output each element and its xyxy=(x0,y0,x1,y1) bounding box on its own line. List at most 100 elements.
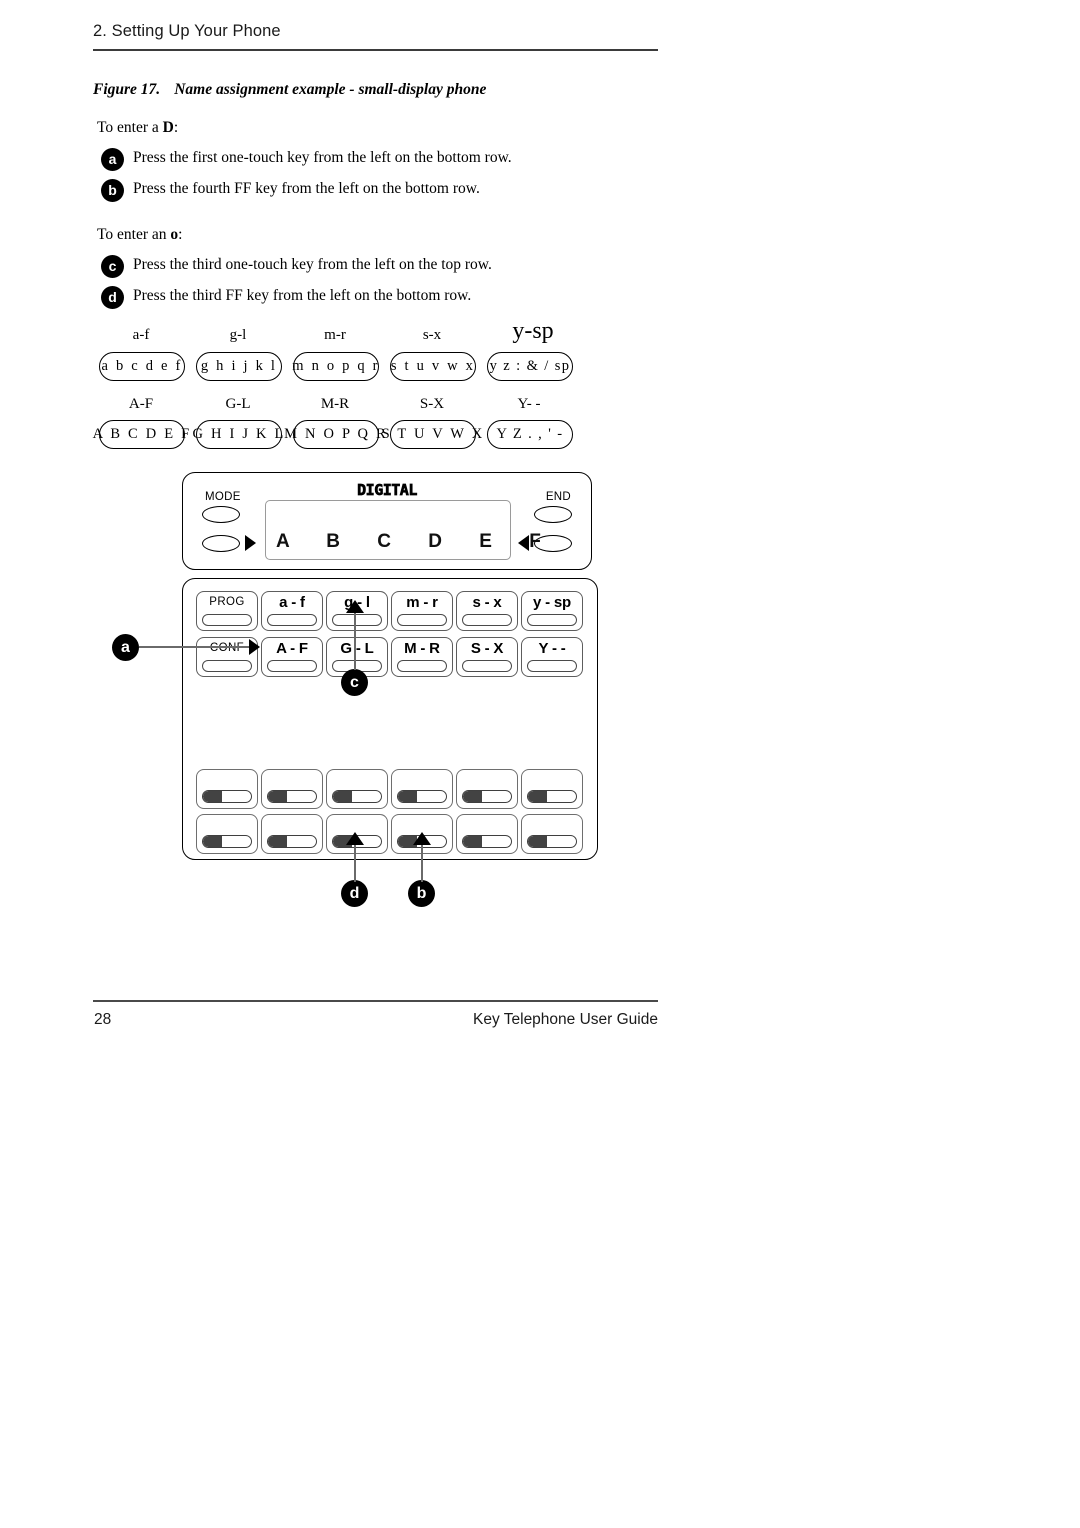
footer-guide-title: Key Telephone User Guide xyxy=(473,1011,658,1028)
lcd-screen: A B C D E F xyxy=(265,500,541,560)
ff-key-r1c5[interactable] xyxy=(456,769,518,809)
footer-page-number: 28 xyxy=(94,1011,112,1028)
document-page: 2. Setting Up Your Phone Figure 17. Name … xyxy=(0,0,1080,1528)
ff-key-r1c6-slot xyxy=(527,790,577,803)
mode-key[interactable] xyxy=(202,506,240,523)
range-pill-upper-1: G H I J K L xyxy=(192,420,283,449)
ff-key-r1c2-slot xyxy=(267,790,317,803)
leader-arrow-d xyxy=(346,832,364,845)
key-prog-slot xyxy=(202,614,252,626)
ff-key-r2c2-slot xyxy=(267,835,317,848)
step-badge-b: b xyxy=(101,179,124,202)
key-sx-lower-label: s - x xyxy=(472,594,502,611)
figure-callout-a: a xyxy=(112,634,139,661)
key-ysp-lower-slot xyxy=(527,614,577,626)
range-chars-lower-3: s t u v w x xyxy=(390,358,476,375)
end-key-label: END xyxy=(545,491,571,503)
key-mr-upper-slot xyxy=(397,660,447,672)
range-pill-lower-0: a b c d e f xyxy=(99,352,185,381)
key-af-lower-label: a - f xyxy=(279,594,305,611)
range-label-upper-4: Y- - xyxy=(517,396,541,412)
leader-line-b xyxy=(421,840,423,882)
ff-key-r2c5-slot xyxy=(462,835,512,848)
key-af-upper[interactable]: A - F xyxy=(261,637,323,677)
range-chars-upper-2: M N O P Q R xyxy=(284,426,388,443)
key-sx-upper-slot xyxy=(462,660,512,672)
key-prog-label: PROG xyxy=(209,596,245,608)
left-pointer-icon xyxy=(245,535,256,551)
range-label-lower-4: y-sp xyxy=(512,318,554,344)
range-pill-lower-3: s t u v w x xyxy=(390,352,476,381)
step-badge-a: a xyxy=(101,148,124,171)
figure-callout-c: c xyxy=(341,669,368,696)
lead-in-enter-d: To enter a D: xyxy=(97,119,178,137)
key-prog[interactable]: PROG xyxy=(196,591,258,631)
key-ysp-lower[interactable]: y - sp xyxy=(521,591,583,631)
lead-d-char: D xyxy=(162,119,174,136)
leader-arrow-b xyxy=(413,832,431,845)
ff-key-r2c6[interactable] xyxy=(521,814,583,854)
lead-in-enter-o: To enter an o: xyxy=(97,226,182,244)
leader-line-d xyxy=(354,840,356,882)
phone-keypad-panel: PROG a - f g - l m - r s - x y - sp CONF… xyxy=(182,578,598,860)
key-af-upper-slot xyxy=(267,660,317,672)
step-text-c: Press the third one-touch key from the l… xyxy=(133,256,492,273)
ff-key-r2c1-slot xyxy=(202,835,252,848)
range-label-lower-2: m-r xyxy=(324,327,346,343)
end-key[interactable] xyxy=(534,506,572,523)
ff-key-r1c2[interactable] xyxy=(261,769,323,809)
step-badge-d: d xyxy=(101,286,124,309)
ff-key-r2c5[interactable] xyxy=(456,814,518,854)
key-af-lower[interactable]: a - f xyxy=(261,591,323,631)
header-divider xyxy=(93,49,658,51)
key-gl-lower-slot xyxy=(332,614,382,626)
range-chars-upper-4: Y Z . , ' - xyxy=(496,426,564,443)
range-chars-lower-4: y z : & / sp xyxy=(489,358,571,375)
ff-key-r1c6[interactable] xyxy=(521,769,583,809)
lead-o-prefix: To enter an xyxy=(97,226,171,243)
mode-key-label: MODE xyxy=(205,491,241,503)
range-pill-upper-3: S T U V W X xyxy=(382,420,482,449)
ff-key-r2c2[interactable] xyxy=(261,814,323,854)
key-sx-upper-label: S - X xyxy=(470,640,504,657)
range-chars-lower-0: a b c d e f xyxy=(101,358,183,375)
key-y-upper[interactable]: Y - - xyxy=(521,637,583,677)
leader-line-a xyxy=(139,646,254,648)
ff-key-r1c3[interactable] xyxy=(326,769,388,809)
range-label-lower-1: g-l xyxy=(229,327,247,343)
key-gl-upper-label: G - L xyxy=(340,640,374,657)
key-y-upper-slot xyxy=(527,660,577,672)
digital-brand-logo: DIGITAL xyxy=(357,481,418,500)
ff-key-r2c1[interactable] xyxy=(196,814,258,854)
lead-d-prefix: To enter a xyxy=(97,119,163,136)
key-mr-lower-label: m - r xyxy=(406,594,438,611)
range-label-upper-0: A-F xyxy=(128,396,154,412)
range-pill-lower-2: m n o p q r xyxy=(292,352,380,381)
ff-key-r1c4[interactable] xyxy=(391,769,453,809)
key-mr-lower-slot xyxy=(397,614,447,626)
step-text-d: Press the third FF key from the left on … xyxy=(133,287,472,304)
left-soft-key[interactable] xyxy=(202,535,240,552)
range-label-lower-0: a-f xyxy=(132,327,150,343)
key-sx-lower[interactable]: s - x xyxy=(456,591,518,631)
phone-display-panel: DIGITAL MODE END A B C D E F xyxy=(182,472,592,570)
key-sx-lower-slot xyxy=(462,614,512,626)
step-text-b: Press the fourth FF key from the left on… xyxy=(133,180,480,197)
leader-arrow-a xyxy=(249,639,260,655)
range-label-upper-3: S-X xyxy=(419,396,445,412)
key-sx-upper[interactable]: S - X xyxy=(456,637,518,677)
lead-d-suffix: : xyxy=(173,119,179,136)
key-mr-upper[interactable]: M - R xyxy=(391,637,453,677)
range-chars-lower-2: m n o p q r xyxy=(292,358,380,375)
key-mr-lower[interactable]: m - r xyxy=(391,591,453,631)
leader-arrow-c xyxy=(346,600,364,613)
ff-key-r1c3-slot xyxy=(332,790,382,803)
key-y-upper-label: Y - - xyxy=(538,640,566,657)
range-pill-upper-4: Y Z . , ' - xyxy=(487,420,573,449)
lead-o-char: o xyxy=(170,226,179,243)
ff-key-r1c4-slot xyxy=(397,790,447,803)
ff-key-r1c1[interactable] xyxy=(196,769,258,809)
key-af-upper-label: A - F xyxy=(276,640,308,657)
leader-line-c xyxy=(354,606,356,670)
lcd-text: A B C D E F xyxy=(276,531,557,552)
